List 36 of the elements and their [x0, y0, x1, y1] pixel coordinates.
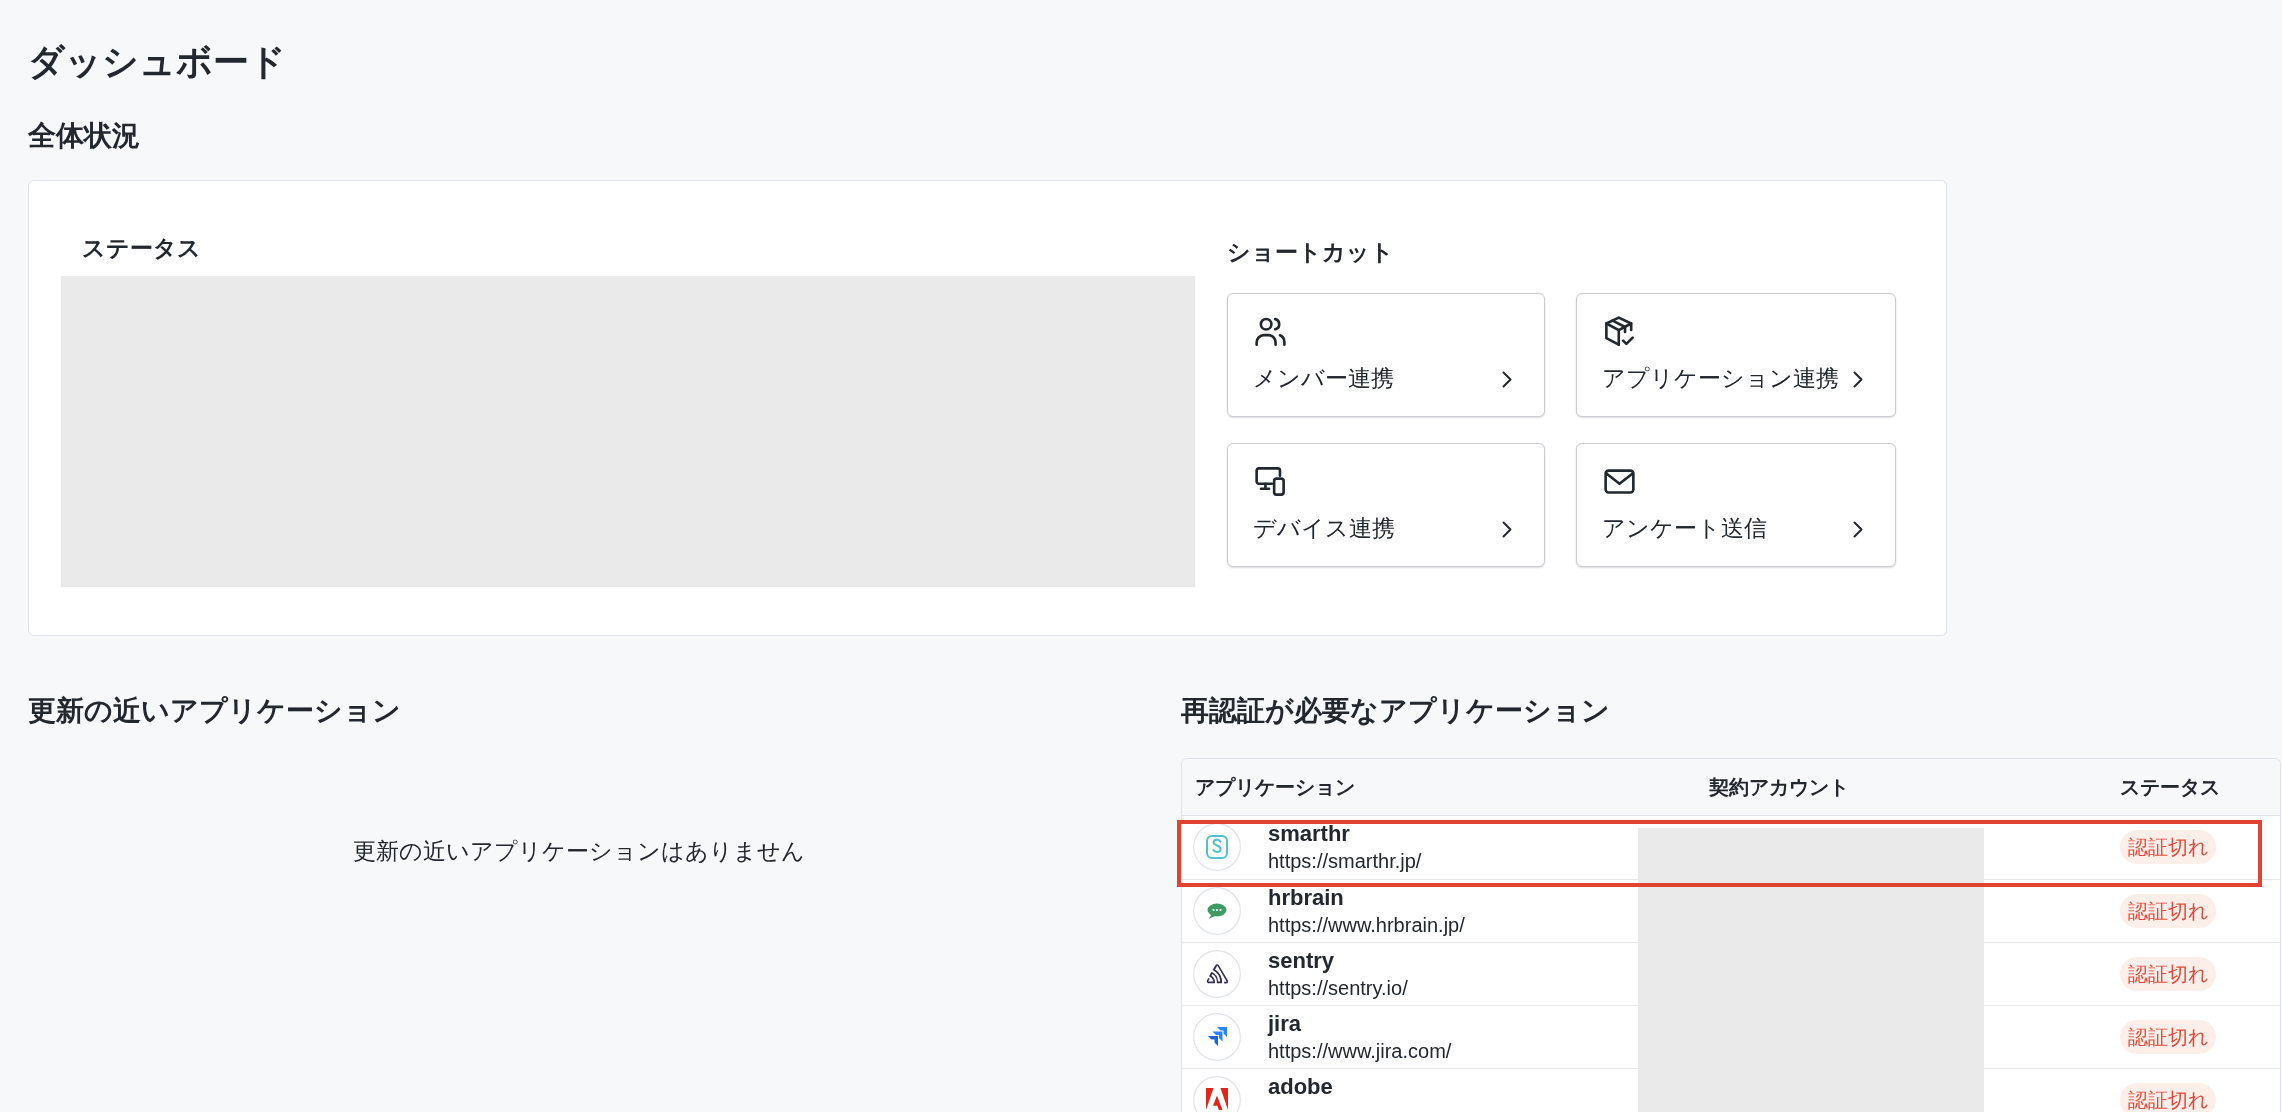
status-badge: 認証切れ	[2120, 830, 2216, 865]
app-url: https://www.hrbrain.jp/	[1268, 912, 1465, 938]
status-badge: 認証切れ	[2120, 1082, 2216, 1112]
chevron-right-icon	[1502, 370, 1512, 388]
shortcut-tile[interactable]: メンバー連携	[1227, 293, 1545, 418]
app-name: hrbrain	[1268, 883, 1344, 912]
shortcut-tile[interactable]: デバイス連携	[1227, 443, 1545, 568]
app-name: sentry	[1268, 946, 1335, 975]
status-badge: 認証切れ	[2120, 956, 2216, 991]
speech-bubble-logo-icon	[1193, 886, 1241, 935]
rounded-square-logo-icon	[1193, 823, 1241, 872]
status-badge: 認証切れ	[2120, 1019, 2216, 1054]
shortcut-tile[interactable]: アンケート送信	[1576, 443, 1896, 568]
status-heading: ステータス	[81, 234, 202, 263]
section-heading: 再認証が必要なアプリケーション	[1181, 694, 1611, 728]
app-url: https://sentry.io/	[1268, 975, 1408, 1001]
app-url: https://www.jira.com/	[1268, 1038, 1452, 1064]
section-heading: 更新の近いアプリケーション	[28, 694, 402, 728]
app-name: smarthr	[1268, 820, 1350, 849]
status-badge: 認証切れ	[2120, 893, 2216, 928]
chevron-right-icon	[1853, 370, 1863, 388]
arcs-logo-icon	[1193, 949, 1241, 998]
page-title: ダッシュボード	[28, 40, 287, 84]
app-name: adobe	[1268, 1072, 1333, 1101]
empty-message: 更新の近いアプリケーションはありません	[352, 837, 806, 866]
app-url: https://smarthr.jp/	[1268, 849, 1422, 875]
chevron-right-icon	[1853, 520, 1863, 538]
stacked-chevrons-logo-icon	[1193, 1012, 1241, 1061]
app-name: jira	[1268, 1009, 1302, 1038]
column-header: ステータス	[2119, 774, 2221, 799]
chevron-right-icon	[1502, 520, 1512, 538]
shortcut-tile[interactable]: アプリケーション連携	[1576, 293, 1896, 418]
column-header: 契約アカウント	[1708, 774, 1850, 799]
shortcuts-heading: ショートカット	[1227, 238, 1395, 267]
section-heading: 全体状況	[28, 119, 141, 153]
column-header: アプリケーション	[1194, 774, 1356, 799]
